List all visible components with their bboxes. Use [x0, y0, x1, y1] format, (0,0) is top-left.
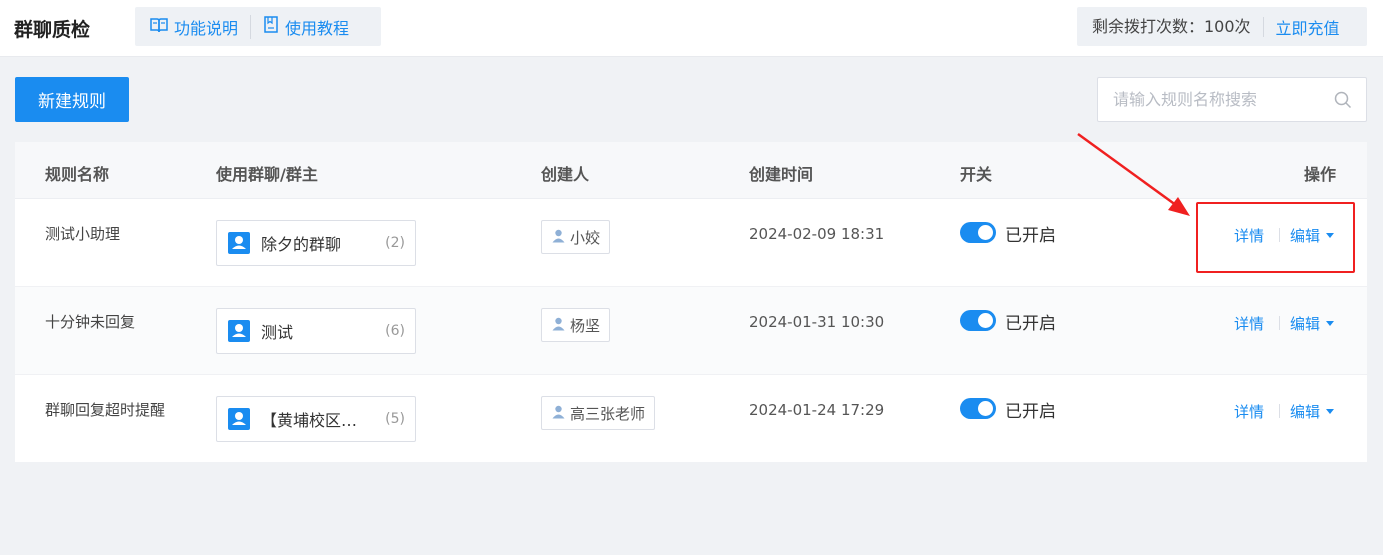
caret-down-icon — [1326, 409, 1335, 414]
tutorial-label: 使用教程 — [285, 18, 350, 38]
table-header: 规则名称 使用群聊/群主 创建人 创建时间 开关 操作 — [15, 142, 1367, 199]
group-count: (2) — [385, 235, 405, 251]
action-divider — [1279, 404, 1280, 418]
caret-down-icon — [1326, 233, 1335, 238]
action-divider — [1279, 316, 1280, 330]
creator-tag: 小姣 — [541, 220, 611, 254]
table-row: 十分钟未回复 测试 (6) 杨坚 2024-01-31 10:30 已开启 详情… — [15, 287, 1367, 375]
caret-down-icon — [1326, 321, 1335, 326]
document-icon — [263, 16, 285, 37]
toggle-status: 已开启 — [1005, 226, 1056, 246]
edit-label: 编辑 — [1290, 403, 1321, 421]
group-tag[interactable]: 【黄埔校区】... (5) — [216, 396, 416, 442]
created-time: 2024-01-24 17:29 — [749, 401, 885, 419]
creator-name: 杨坚 — [570, 316, 601, 335]
user-icon — [552, 404, 565, 423]
rule-name: 群聊回复超时提醒 — [45, 401, 166, 419]
creator-name: 高三张老师 — [570, 404, 646, 423]
column-group: 使用群聊/群主 — [216, 165, 318, 184]
creator-tag: 高三张老师 — [541, 396, 656, 430]
tutorial-link[interactable]: 使用教程 — [251, 15, 349, 39]
creator-tag: 杨坚 — [541, 308, 611, 342]
detail-link[interactable]: 详情 — [1234, 401, 1264, 422]
rule-name: 测试小助理 — [45, 225, 121, 243]
created-time: 2024-01-31 10:30 — [749, 313, 885, 331]
rule-toggle[interactable] — [960, 398, 996, 419]
rule-name: 十分钟未回复 — [45, 313, 136, 331]
edit-dropdown[interactable]: 编辑 — [1290, 401, 1335, 422]
column-created-time: 创建时间 — [749, 165, 814, 184]
search-input[interactable] — [1098, 78, 1318, 121]
detail-link[interactable]: 详情 — [1234, 313, 1264, 334]
column-switch: 开关 — [960, 165, 993, 184]
group-name: 除夕的群聊 — [261, 235, 342, 254]
recharge-link[interactable]: 立即充值 — [1264, 15, 1340, 39]
group-count: (5) — [385, 411, 405, 427]
top-bar: 群聊质检 功能说明 使用教程 剩余拨打次数：100次 立即充值 — [0, 0, 1383, 57]
action-divider — [1279, 228, 1280, 242]
group-chat-icon — [228, 408, 250, 430]
new-rule-button[interactable]: 新建规则 — [15, 77, 129, 122]
edit-label: 编辑 — [1290, 315, 1321, 333]
created-time: 2024-02-09 18:31 — [749, 225, 885, 243]
help-links: 功能说明 使用教程 — [135, 7, 381, 46]
page-title: 群聊质检 — [14, 19, 91, 41]
feature-description-label: 功能说明 — [174, 18, 239, 38]
user-icon — [552, 316, 565, 335]
remaining-calls-text: 剩余拨打次数：100次 — [1077, 16, 1264, 37]
toggle-status: 已开启 — [1005, 314, 1056, 334]
user-icon — [552, 228, 565, 247]
edit-dropdown[interactable]: 编辑 — [1290, 313, 1335, 334]
group-count: (6) — [385, 323, 405, 339]
detail-link[interactable]: 详情 — [1234, 225, 1264, 246]
toggle-status: 已开启 — [1005, 402, 1056, 422]
rules-table: 规则名称 使用群聊/群主 创建人 创建时间 开关 操作 测试小助理 除夕的群聊 … — [15, 142, 1367, 462]
group-chat-icon — [228, 320, 250, 342]
group-name: 【黄埔校区】... — [261, 411, 371, 430]
column-creator: 创建人 — [541, 165, 590, 184]
edit-label: 编辑 — [1290, 227, 1321, 245]
search-icon[interactable] — [1334, 91, 1352, 113]
group-tag[interactable]: 测试 (6) — [216, 308, 416, 354]
credits-box: 剩余拨打次数：100次 立即充值 — [1077, 7, 1367, 46]
search-box — [1097, 77, 1367, 122]
group-chat-icon — [228, 232, 250, 254]
column-actions: 操作 — [1304, 165, 1337, 184]
rule-toggle[interactable] — [960, 222, 996, 243]
table-row: 群聊回复超时提醒 【黄埔校区】... (5) 高三张老师 2024-01-24 … — [15, 375, 1367, 463]
group-name: 测试 — [261, 323, 294, 342]
book-icon — [150, 17, 174, 37]
group-tag[interactable]: 除夕的群聊 (2) — [216, 220, 416, 266]
feature-description-link[interactable]: 功能说明 — [135, 14, 252, 39]
rule-toggle[interactable] — [960, 310, 996, 331]
column-rule-name: 规则名称 — [45, 165, 110, 184]
edit-dropdown[interactable]: 编辑 — [1290, 225, 1335, 246]
table-row: 测试小助理 除夕的群聊 (2) 小姣 2024-02-09 18:31 已开启 … — [15, 199, 1367, 287]
creator-name: 小姣 — [570, 228, 601, 247]
